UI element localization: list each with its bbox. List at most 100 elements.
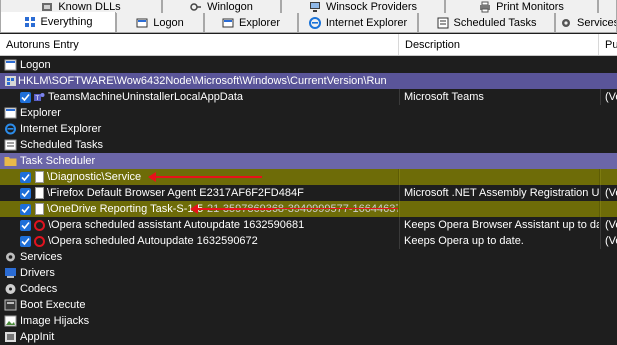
tab-label: Internet Explorer bbox=[325, 16, 408, 29]
category-label: AppInit bbox=[20, 331, 55, 343]
autorun-entry-row-opera-autoupdate[interactable]: \Opera scheduled Autoupdate 1632590672 K… bbox=[0, 233, 617, 249]
annotation-arrow bbox=[148, 172, 262, 182]
tab-label: Winsock Providers bbox=[325, 0, 418, 13]
publisher-cell bbox=[600, 169, 617, 185]
column-header-description[interactable]: Description bbox=[399, 34, 599, 55]
publisher-cell: (Ve bbox=[600, 185, 617, 201]
teams-icon: T bbox=[34, 92, 45, 102]
tab-internet-explorer[interactable]: Internet Explorer bbox=[298, 13, 418, 33]
publisher-cell: (Ve bbox=[600, 217, 617, 233]
description-cell bbox=[399, 169, 599, 185]
entry-cell: \Opera scheduled assistant Autoupdate 16… bbox=[0, 217, 398, 233]
tab-label: Known DLLs bbox=[58, 0, 121, 13]
printer-icon bbox=[480, 1, 491, 12]
tab-everything[interactable]: Everything bbox=[0, 12, 116, 32]
entry-label: \OneDrive Reporting Task-S-1-5 bbox=[47, 203, 204, 215]
category-boot-execute[interactable]: Boot Execute bbox=[0, 297, 617, 313]
checkbox[interactable] bbox=[20, 219, 31, 231]
publisher-cell: (Ve bbox=[600, 89, 617, 105]
category-appinit[interactable]: AppInit bbox=[0, 329, 617, 345]
registry-icon bbox=[5, 76, 16, 86]
task-scheduler-row[interactable]: Task Scheduler bbox=[0, 153, 617, 169]
driver-icon bbox=[5, 268, 16, 278]
winlogon-icon bbox=[190, 2, 202, 11]
tab-logon[interactable]: Logon bbox=[116, 13, 204, 33]
tab-scheduled-tasks[interactable]: Scheduled Tasks bbox=[418, 13, 555, 33]
description-cell: Keeps Opera up to date. bbox=[399, 233, 599, 249]
tab-label: Services bbox=[577, 16, 617, 29]
entry-label: TeamsMachineUninstallerLocalAppData bbox=[48, 91, 244, 103]
autorun-entry-row-opera-assistant[interactable]: \Opera scheduled assistant Autoupdate 16… bbox=[0, 217, 617, 233]
dll-icon bbox=[42, 2, 53, 11]
tab-overflow[interactable] bbox=[598, 0, 617, 14]
tab-label: Everything bbox=[40, 16, 93, 28]
category-label: Drivers bbox=[20, 267, 55, 279]
autorun-entry-row[interactable]: T TeamsMachineUninstallerLocalAppData Mi… bbox=[0, 89, 617, 105]
check-icon bbox=[21, 237, 30, 245]
check-icon bbox=[21, 205, 30, 213]
check-icon bbox=[21, 93, 30, 101]
category-services[interactable]: Services bbox=[0, 249, 617, 265]
tab-explorer[interactable]: Explorer bbox=[204, 13, 298, 33]
registry-key-label: HKLM\SOFTWARE\Wow6432Node\Microsoft\Wind… bbox=[18, 75, 387, 87]
category-explorer[interactable]: Explorer bbox=[0, 105, 617, 121]
category-codecs[interactable]: Codecs bbox=[0, 281, 617, 297]
registry-key-row[interactable]: HKLM\SOFTWARE\Wow6432Node\Microsoft\Wind… bbox=[0, 73, 617, 89]
folder-icon bbox=[222, 18, 234, 27]
file-icon bbox=[35, 171, 44, 183]
column-header-publisher[interactable]: Pu bbox=[599, 34, 617, 55]
check-icon bbox=[21, 189, 30, 197]
category-label: Scheduled Tasks bbox=[20, 139, 103, 151]
autorun-entry-row-diagnostic[interactable]: \Diagnostic\Service bbox=[0, 169, 617, 185]
boot-icon bbox=[4, 299, 17, 311]
network-icon bbox=[309, 1, 320, 12]
gear-icon bbox=[6, 252, 15, 262]
category-image-hijacks[interactable]: Image Hijacks bbox=[0, 313, 617, 329]
check-icon bbox=[21, 173, 30, 181]
category-label: Logon bbox=[20, 59, 51, 71]
tab-winlogon[interactable]: Winlogon bbox=[162, 0, 281, 14]
logon-icon bbox=[136, 18, 148, 27]
autorun-entry-row-onedrive[interactable]: \OneDrive Reporting Task-S-1-5-21-359786… bbox=[0, 201, 617, 217]
opera-icon bbox=[34, 219, 45, 231]
tasks-icon bbox=[437, 17, 449, 28]
category-label: Boot Execute bbox=[20, 299, 86, 311]
annotation-arrow bbox=[190, 204, 274, 214]
category-label: Services bbox=[20, 251, 63, 263]
tab-label: Explorer bbox=[239, 16, 280, 29]
tab-winsock-providers[interactable]: Winsock Providers bbox=[281, 0, 445, 14]
autoruns-list: Logon HKLM\SOFTWARE\Wow6432Node\Microsof… bbox=[0, 57, 617, 345]
checkbox[interactable] bbox=[20, 235, 31, 247]
tab-services[interactable]: Services bbox=[555, 13, 617, 33]
category-label: Internet Explorer bbox=[20, 123, 102, 135]
checkbox[interactable] bbox=[20, 171, 31, 183]
publisher-cell bbox=[600, 201, 617, 217]
tab-label: Winlogon bbox=[207, 0, 253, 13]
folder-icon bbox=[4, 107, 17, 119]
checkbox[interactable] bbox=[20, 91, 31, 103]
entry-cell: \Diagnostic\Service bbox=[0, 169, 398, 185]
description-cell: Microsoft Teams bbox=[399, 89, 599, 105]
autorun-entry-row-firefox[interactable]: \Firefox Default Browser Agent E2317AF6F… bbox=[0, 185, 617, 201]
category-internet-explorer[interactable]: Internet Explorer bbox=[0, 121, 617, 137]
entry-label: \Opera scheduled assistant Autoupdate 16… bbox=[48, 219, 305, 231]
column-header-entry[interactable]: Autoruns Entry bbox=[0, 34, 399, 55]
category-logon[interactable]: Logon bbox=[0, 57, 617, 73]
entry-cell: T TeamsMachineUninstallerLocalAppData bbox=[0, 89, 398, 105]
tab-label: Scheduled Tasks bbox=[453, 16, 537, 29]
tab-print-monitors[interactable]: Print Monitors bbox=[445, 0, 598, 14]
entry-cell: \Opera scheduled Autoupdate 1632590672 bbox=[0, 233, 398, 249]
ie-icon bbox=[5, 123, 16, 135]
checkbox[interactable] bbox=[20, 203, 31, 215]
entry-label: \Opera scheduled Autoupdate 1632590672 bbox=[48, 235, 258, 247]
column-header-row: Autoruns Entry Description Pu bbox=[0, 34, 617, 56]
entry-cell: \Firefox Default Browser Agent E2317AF6F… bbox=[0, 185, 398, 201]
description-cell bbox=[399, 201, 599, 217]
category-drivers[interactable]: Drivers bbox=[0, 265, 617, 281]
tab-row-bottom: Everything Logon Explorer Internet Explo… bbox=[0, 12, 617, 33]
checkbox[interactable] bbox=[20, 187, 31, 199]
category-label: Codecs bbox=[20, 283, 58, 295]
description-cell: Keeps Opera Browser Assistant up to date bbox=[399, 217, 599, 233]
gear-icon bbox=[562, 18, 570, 27]
category-scheduled-tasks[interactable]: Scheduled Tasks bbox=[0, 137, 617, 153]
